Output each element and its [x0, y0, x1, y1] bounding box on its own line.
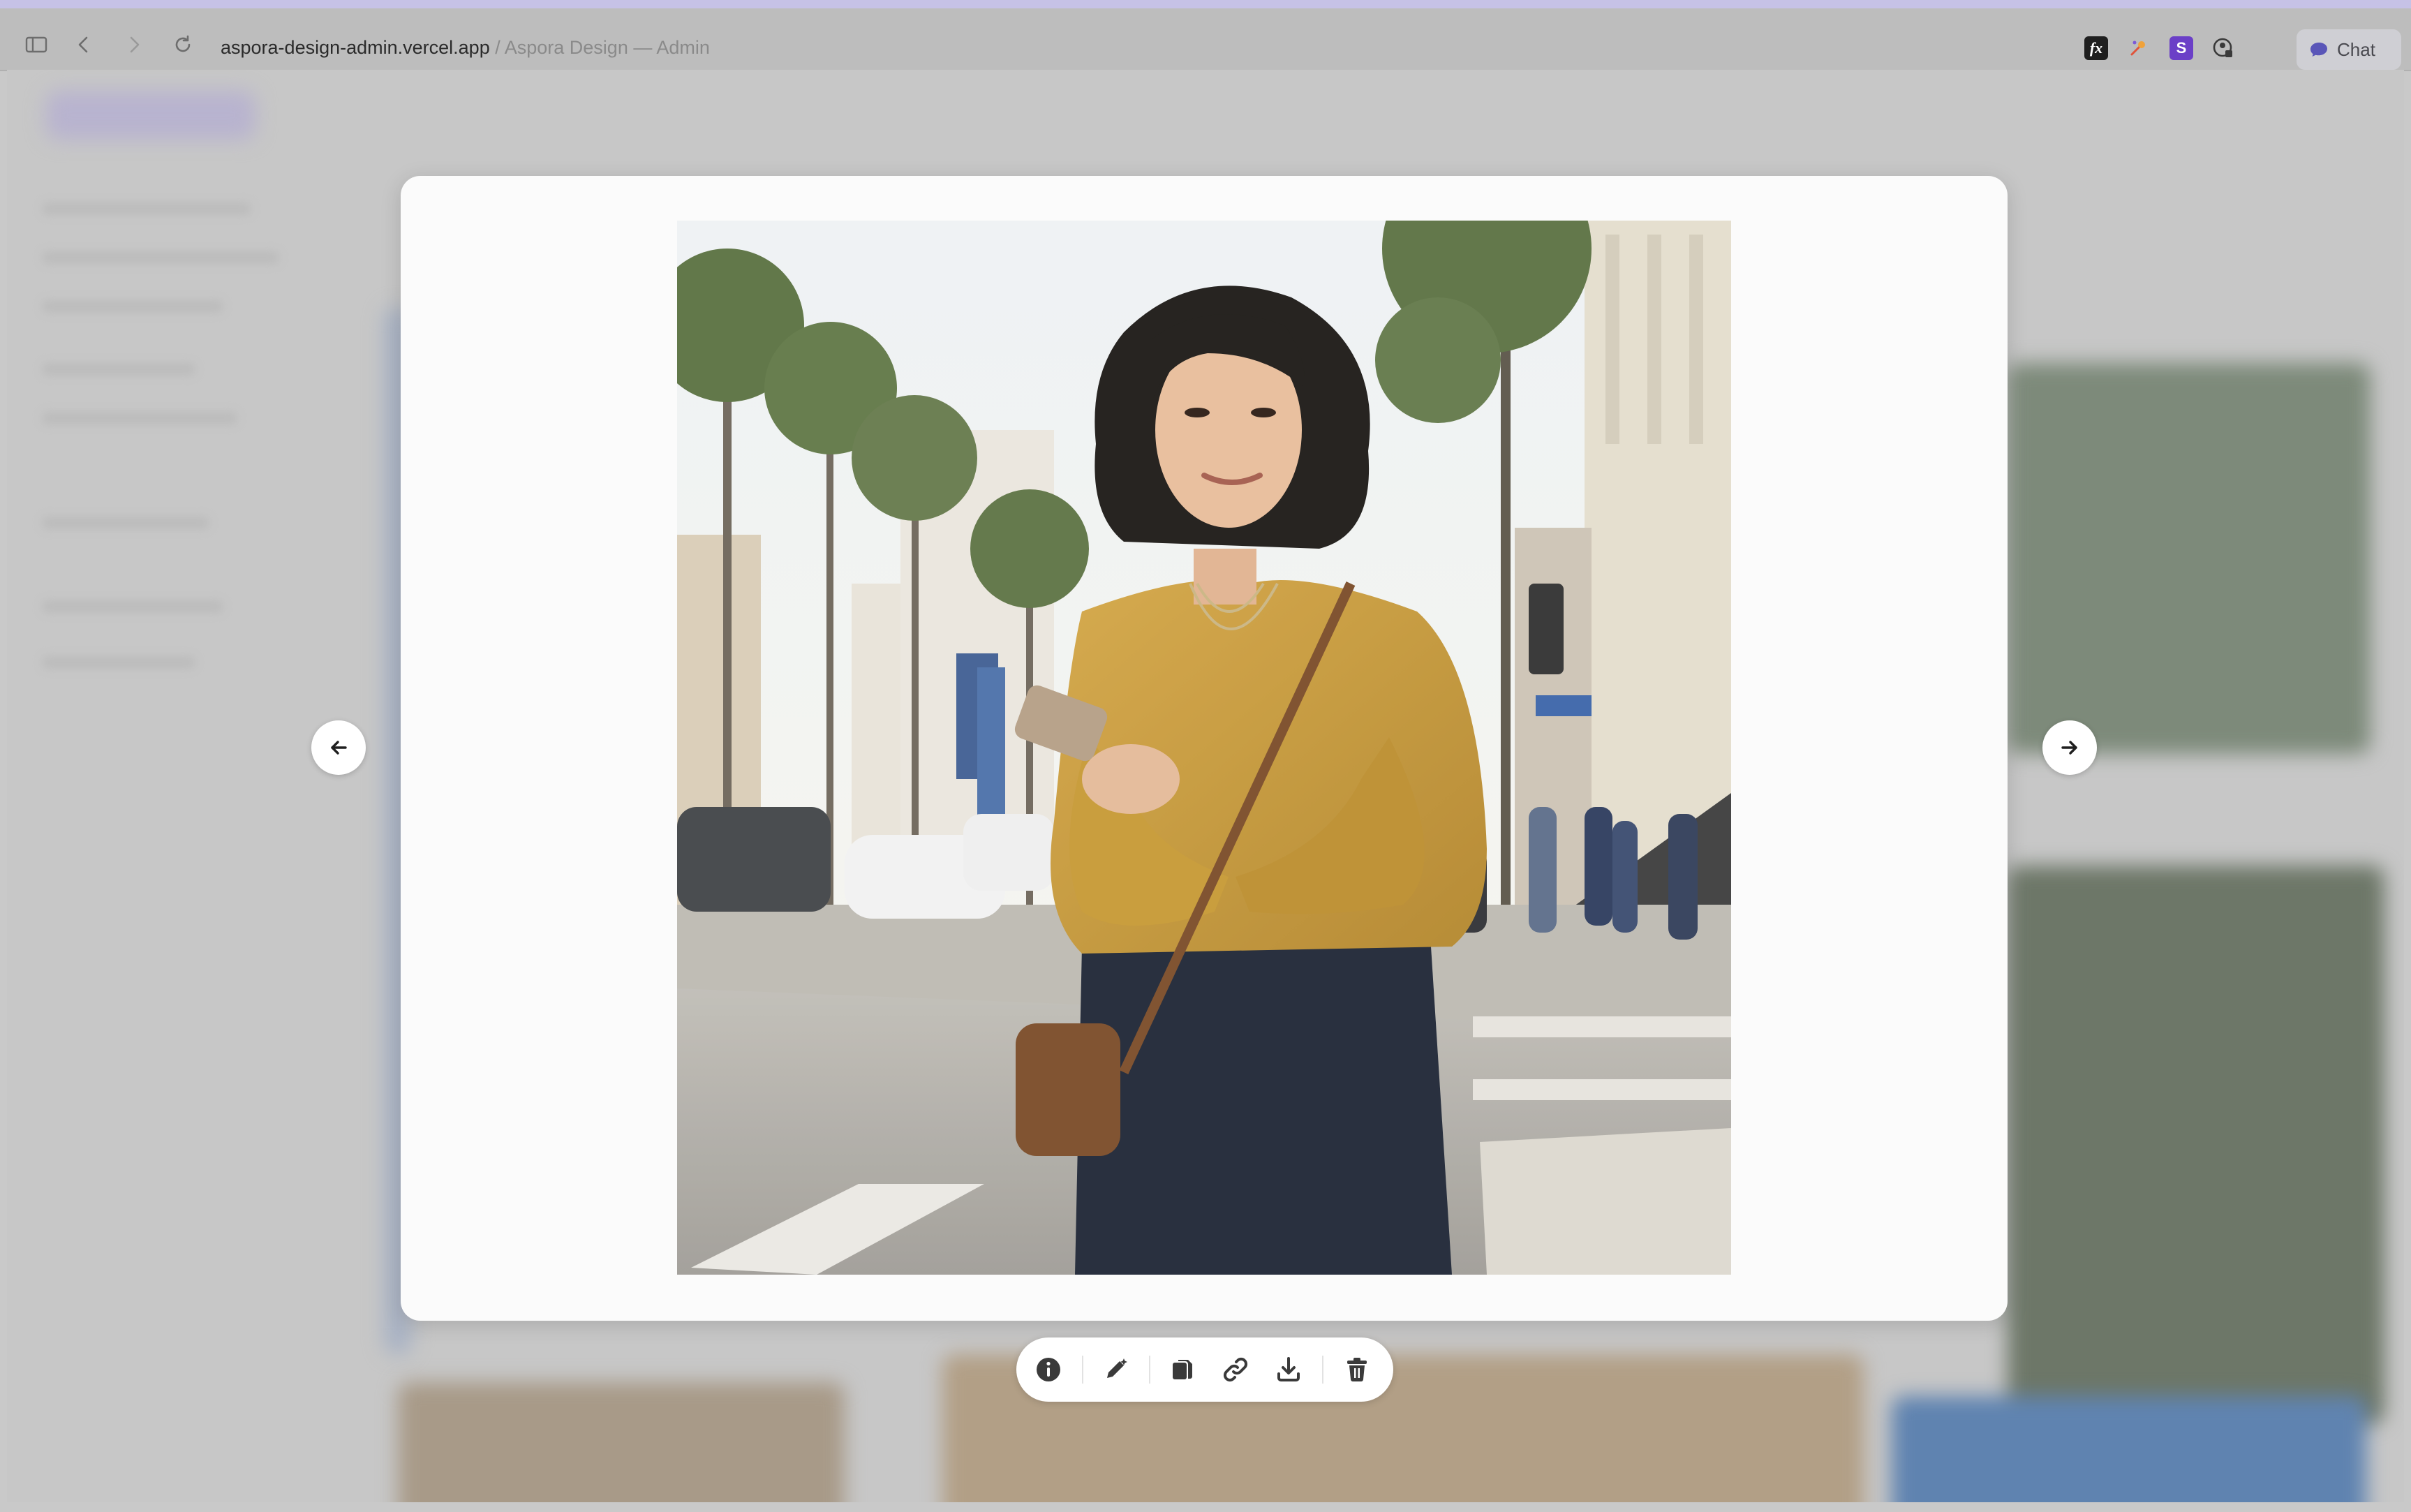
image-actions-toolbar [1016, 1337, 1393, 1402]
window-accent-stripe [0, 0, 2411, 8]
blurred-sidebar-line [42, 412, 237, 424]
blurred-thumbnail [2008, 866, 2384, 1424]
reader-extension-icon[interactable] [2211, 36, 2235, 60]
preview-image-art [677, 221, 1731, 1275]
previous-image-button[interactable] [311, 720, 366, 775]
blurred-sidebar-line [42, 202, 251, 215]
preview-image [677, 221, 1731, 1275]
arrow-left-icon [331, 741, 347, 755]
toolbar-divider [1322, 1356, 1323, 1384]
browser-toolbar: aspora-design-admin.vercel.app / Aspora … [0, 8, 2411, 71]
image-viewer-modal [401, 176, 2008, 1321]
url-separator: / [489, 37, 505, 58]
toolbar-divider [1082, 1356, 1083, 1384]
chat-bubble-icon [2310, 43, 2327, 57]
arrow-right-icon [2061, 741, 2077, 755]
address-bar[interactable]: aspora-design-admin.vercel.app / Aspora … [221, 35, 710, 60]
copy-icon[interactable] [1166, 1353, 1199, 1386]
blurred-logo [46, 91, 255, 140]
chat-button[interactable]: Chat [2297, 29, 2401, 70]
blurred-thumbnail [2008, 363, 2371, 754]
back-icon[interactable] [71, 32, 96, 57]
pin-extension-icon[interactable] [2126, 36, 2150, 60]
info-icon[interactable] [1032, 1353, 1065, 1386]
browser-window: aspora-design-admin.vercel.app / Aspora … [0, 0, 2411, 1512]
download-icon[interactable] [1272, 1353, 1305, 1386]
trash-icon[interactable] [1340, 1353, 1374, 1386]
blurred-sidebar-line [42, 363, 195, 376]
forward-icon[interactable] [121, 32, 147, 57]
chat-label: Chat [2337, 39, 2375, 60]
blurred-thumbnail [1892, 1396, 2366, 1502]
blurred-sidebar-line [42, 300, 223, 313]
blurred-sidebar-line [42, 251, 279, 264]
toolbar-divider [1149, 1356, 1150, 1384]
url-host: aspora-design-admin.vercel.app [221, 37, 490, 58]
blurred-sidebar-line [42, 656, 195, 669]
blurred-sidebar-line [42, 517, 209, 529]
blurred-sidebar-line [42, 600, 223, 613]
page-title: Aspora Design — Admin [504, 37, 710, 58]
s-extension-icon[interactable]: S [2169, 36, 2193, 60]
next-image-button[interactable] [2042, 720, 2097, 775]
sidebar-toggle-icon[interactable] [24, 32, 49, 57]
edit-icon[interactable] [1099, 1353, 1132, 1386]
reload-icon[interactable] [170, 32, 195, 57]
fx-extension-icon[interactable]: fx [2084, 36, 2108, 60]
blurred-thumbnail [398, 1382, 845, 1502]
link-icon[interactable] [1219, 1353, 1252, 1386]
